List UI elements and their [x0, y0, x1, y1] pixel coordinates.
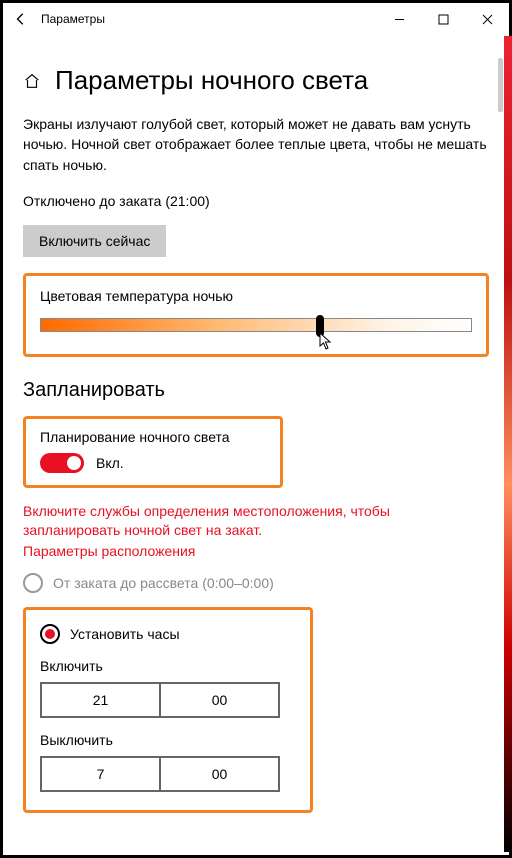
enable-now-button[interactable]: Включить сейчас — [23, 225, 166, 257]
slider-track — [40, 318, 472, 332]
schedule-toggle-state: Вкл. — [96, 455, 124, 471]
turn-off-minute[interactable]: 00 — [159, 758, 278, 790]
schedule-toggle[interactable] — [40, 453, 84, 473]
window-title: Параметры — [41, 12, 105, 26]
schedule-toggle-label: Планирование ночного света — [40, 429, 266, 445]
radio-custom-hours-label: Установить часы — [70, 626, 180, 642]
color-temperature-slider[interactable] — [40, 318, 472, 336]
schedule-toggle-section: Планирование ночного света Вкл. — [23, 416, 283, 488]
turn-on-minute[interactable]: 00 — [159, 684, 278, 716]
radio-sunset[interactable] — [23, 573, 43, 593]
turn-off-label: Выключить — [40, 732, 292, 748]
back-button[interactable] — [7, 5, 35, 33]
radio-custom-hours[interactable] — [40, 624, 60, 644]
slider-label: Цветовая температура ночью — [40, 288, 472, 304]
turn-on-label: Включить — [40, 658, 292, 674]
turn-off-time-picker[interactable]: 7 00 — [40, 756, 280, 792]
scrollbar-thumb[interactable] — [498, 58, 503, 112]
location-settings-link[interactable]: Параметры расположения — [23, 543, 489, 559]
turn-on-time-picker[interactable]: 21 00 — [40, 682, 280, 718]
custom-hours-section: Установить часы Включить 21 00 Выключить… — [23, 607, 313, 813]
color-temperature-section: Цветовая температура ночью — [23, 273, 489, 357]
location-warning: Включите службы определения местоположен… — [23, 502, 489, 541]
radio-sunset-label: От заката до рассвета (0:00–0:00) — [53, 575, 274, 591]
schedule-heading: Запланировать — [23, 379, 489, 402]
titlebar: Параметры — [3, 3, 509, 35]
home-icon[interactable] — [23, 72, 41, 90]
close-button[interactable] — [465, 4, 509, 34]
turn-off-hour[interactable]: 7 — [42, 758, 159, 790]
mouse-cursor-icon — [319, 332, 335, 350]
page-heading: Параметры ночного света — [55, 65, 368, 96]
maximize-button[interactable] — [421, 4, 465, 34]
settings-window: Параметры Параметры ночного света — [3, 3, 509, 855]
desktop-wallpaper-edge — [504, 36, 512, 852]
page-description: Экраны излучают голубой свет, который мо… — [23, 114, 489, 175]
turn-on-hour[interactable]: 21 — [42, 684, 159, 716]
status-text: Отключено до заката (21:00) — [23, 193, 489, 209]
minimize-button[interactable] — [377, 4, 421, 34]
